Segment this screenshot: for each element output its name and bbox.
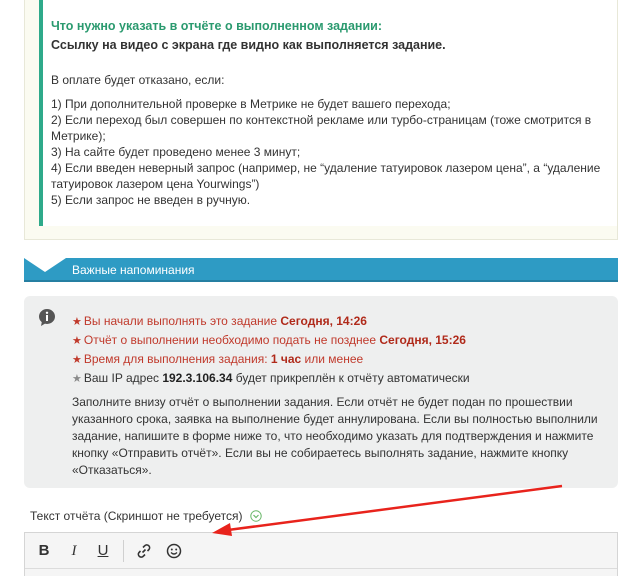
reminder-deadline: ★ Отчёт о выполнении необходимо подать не… (72, 333, 466, 347)
toolbar-separator (123, 540, 124, 562)
reminder-duration: ★ Время для выполнения задания: 1 час или… (72, 352, 364, 366)
duration-value: 1 час (270, 352, 302, 366)
deadline-time: Сегодня, 15:26 (379, 333, 466, 347)
important-reminders-header: Важные напоминания (24, 258, 618, 282)
link-button[interactable] (134, 541, 154, 561)
editor-toolbar: B I U (25, 533, 617, 569)
underline-button[interactable]: U (93, 541, 113, 561)
emoji-button[interactable] (164, 541, 184, 561)
refusal-item: 1) При дополнительной проверке в Метрике… (51, 97, 451, 111)
refusal-item: 3) На сайте будет проведено менее 3 мину… (51, 145, 301, 159)
refusal-intro: В оплате будет отказано, если: (51, 73, 225, 87)
smile-icon (166, 543, 182, 559)
report-editor[interactable]: B I U (24, 532, 618, 576)
section-title: Важные напоминания (72, 263, 195, 277)
report-requirements-content: Что нужно указать в отчёте о выполненном… (39, 0, 617, 226)
reminder-instructions: Заполните внизу отчёт о выполнении задан… (72, 395, 598, 477)
reminder-ip: ★ Ваш IP адрес 192.3.106.34 будет прикреп… (72, 371, 470, 385)
star-icon: ★ (72, 316, 82, 328)
star-icon: ★ (72, 373, 82, 385)
section-notch-icon (24, 258, 66, 272)
chevron-down-circle-icon[interactable] (250, 510, 262, 522)
star-icon: ★ (72, 354, 82, 366)
reminder-started: ★ Вы начали выполнять это задание Сегодня… (72, 314, 367, 328)
info-icon (39, 309, 55, 326)
report-requirements-title: Что нужно указать в отчёте о выполненном… (51, 19, 383, 33)
bold-button[interactable]: B (34, 541, 54, 561)
started-time: Сегодня, 14:26 (280, 314, 367, 328)
link-icon (137, 544, 151, 558)
report-requirements-panel: Что нужно указать в отчёте о выполненном… (24, 0, 618, 240)
refusal-conditions: В оплате будет отказано, если: 1) При до… (51, 72, 617, 208)
star-icon: ★ (72, 335, 82, 347)
italic-button[interactable]: I (64, 541, 84, 561)
reminders-panel: ★ Вы начали выполнять это задание Сегодня… (24, 296, 618, 488)
refusal-item: 5) Если запрос не введен в ручную. (51, 193, 251, 207)
ip-address: 192.3.106.34 (162, 371, 233, 385)
reminder-list: ★ Вы начали выполнять это задание Сегодня… (72, 312, 470, 388)
refusal-item: 2) Если переход был совершен по контекст… (51, 113, 592, 143)
report-requirements-subtitle: Ссылку на видео с экрана где видно как в… (51, 38, 446, 52)
refusal-item: 4) Если введен неверный запрос (например… (51, 161, 601, 191)
report-text-label: Текст отчёта (Скриншот не требуется) (30, 509, 262, 523)
